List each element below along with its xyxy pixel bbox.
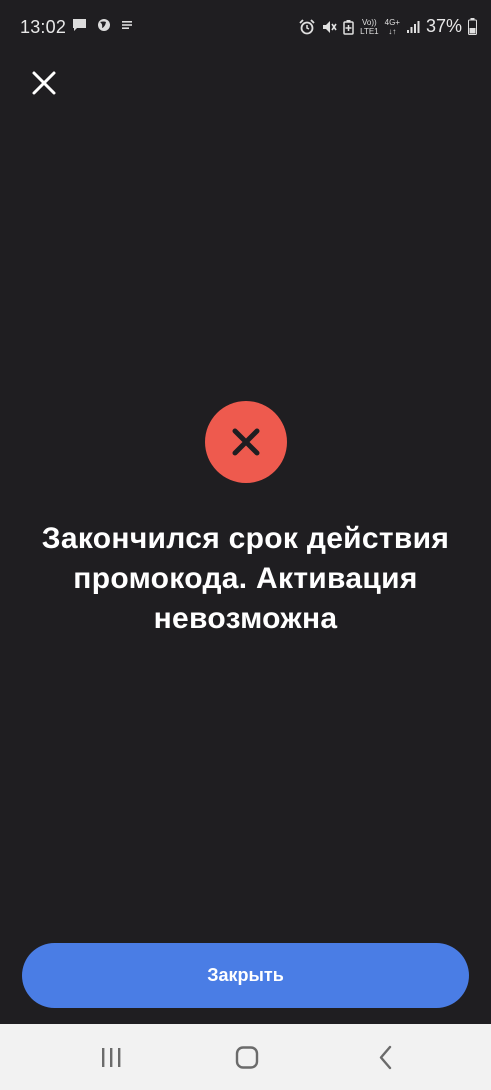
close-icon[interactable] (28, 67, 60, 99)
notes-notification-icon (122, 21, 132, 29)
status-time: 13:02 (20, 17, 67, 37)
error-x-icon (232, 428, 260, 456)
alarm-icon (299, 18, 315, 34)
battery-icon (468, 18, 477, 35)
close-button[interactable]: Закрыть (22, 943, 469, 1008)
data-arrows-icon: ↓↑ (388, 26, 397, 36)
error-status-badge (205, 401, 287, 483)
signal-icon (406, 20, 420, 33)
recents-icon[interactable] (96, 1044, 126, 1072)
home-icon[interactable] (232, 1044, 262, 1072)
error-message: Закончился срок действия промокода. Акти… (41, 522, 450, 635)
network-type-indicator: 4G+ ↓↑ (385, 18, 400, 36)
mute-icon (323, 20, 337, 33)
battery-saver-icon (343, 19, 354, 35)
lte-label: LTE1 (360, 26, 379, 36)
system-navigation-bar (0, 1024, 491, 1090)
message-notification-icon (73, 19, 86, 31)
battery-percent: 37% (425, 16, 462, 36)
status-system-icons: Vo)) LTE1 4G+ ↓↑ 37% (299, 16, 477, 37)
back-icon[interactable] (371, 1044, 401, 1072)
status-notification-icons (72, 18, 133, 32)
volte-indicator: Vo)) LTE1 (360, 18, 379, 36)
status-bar: 13:02 Vo)) LTE1 4G+ ↓↑ 37% (0, 0, 491, 56)
globe-notification-icon (98, 19, 110, 31)
volte-label: Vo)) (362, 17, 377, 27)
network-type-label: 4G+ (384, 17, 400, 27)
